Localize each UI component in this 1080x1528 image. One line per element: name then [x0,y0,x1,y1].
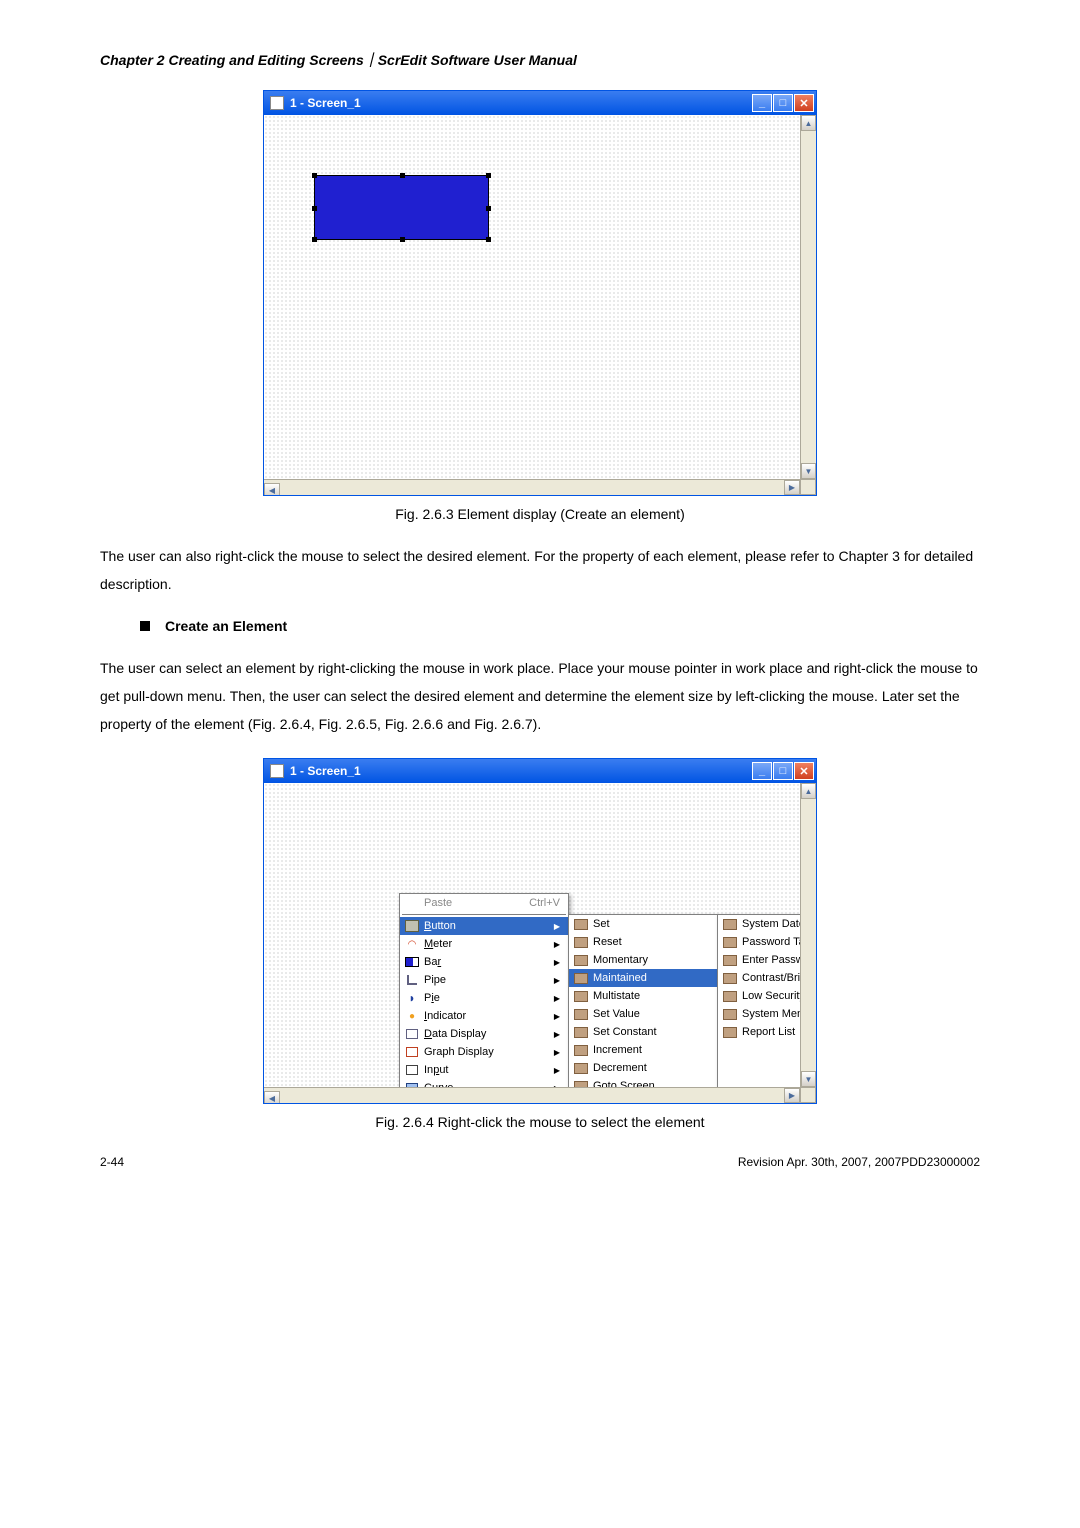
arrow-up-icon[interactable]: ▲ [801,115,816,131]
set-menu-item[interactable]: Set [569,915,717,933]
chevron-right-icon: ▶ [554,958,560,967]
button-icon [722,935,738,949]
button-icon [573,989,589,1003]
button-icon [404,919,420,933]
context-menu: Paste Ctrl+V Button ▶ ◠ Meter ▶ Bar [399,893,816,1103]
arrow-down-icon[interactable]: ▼ [801,463,816,479]
section-bullet-icon [140,621,150,631]
chevron-right-icon: ▶ [554,976,560,985]
paragraph-1: The user can also right-click the mouse … [100,542,980,598]
pie-icon: ◗ [404,991,420,1005]
button-icon [722,1007,738,1021]
paste-menu-item: Paste Ctrl+V [400,894,568,912]
design-canvas-1[interactable]: ▲ ▼ ◀ ▶ [264,115,816,495]
chevron-right-icon: ▶ [554,1066,560,1075]
button-icon [573,1043,589,1057]
scroll-corner [800,479,816,495]
button-icon [722,917,738,931]
window-title-2: 1 - Screen_1 [290,764,752,778]
window-icon [270,764,284,778]
data-display-menu-item[interactable]: Data Display ▶ [400,1025,568,1043]
menu-separator [402,914,566,915]
revision-text: Revision Apr. 30th, 2007, 2007PDD2300000… [738,1155,980,1169]
button-icon [573,917,589,931]
arrow-up-icon[interactable]: ▲ [801,783,816,799]
scrollbar-vertical[interactable]: ▲ ▼ [800,115,816,479]
set-constant-menu-item[interactable]: Set Constant [569,1023,717,1041]
arrow-left-icon[interactable]: ◀ [264,483,280,495]
scrollbar-horizontal[interactable]: ◀ ▶ [264,479,800,495]
button-icon [722,971,738,985]
pipe-icon [404,973,420,987]
arrow-down-icon[interactable]: ▼ [801,1071,816,1087]
button-icon [722,1025,738,1039]
section-title: Create an Element [165,618,287,634]
menu-column-1: Paste Ctrl+V Button ▶ ◠ Meter ▶ Bar [399,893,569,1103]
minimize-button[interactable]: _ [752,94,772,112]
button-menu-item[interactable]: Button ▶ [400,917,568,935]
graph-display-menu-item[interactable]: Graph Display ▶ [400,1043,568,1061]
reset-menu-item[interactable]: Reset [569,933,717,951]
paragraph-2: The user can select an element by right-… [100,654,980,738]
button-icon [573,1007,589,1021]
graph-display-icon [404,1045,420,1059]
chevron-right-icon: ▶ [554,940,560,949]
chevron-right-icon: ▶ [554,994,560,1003]
momentary-menu-item[interactable]: Momentary [569,951,717,969]
close-button[interactable]: ✕ [794,94,814,112]
menu-column-2: Set Reset Momentary Maintained Multistat… [568,914,718,1103]
button-icon [573,953,589,967]
maximize-button[interactable]: □ [773,94,793,112]
page-number: 2-44 [100,1155,124,1169]
scroll-corner [800,1087,816,1103]
pipe-menu-item[interactable]: Pipe ▶ [400,971,568,989]
button-icon [573,1025,589,1039]
scrollbar-horizontal[interactable]: ◀ ▶ [264,1087,800,1103]
decrement-menu-item[interactable]: Decrement [569,1059,717,1077]
bar-menu-item[interactable]: Bar ▶ [400,953,568,971]
design-canvas-2[interactable]: Paste Ctrl+V Button ▶ ◠ Meter ▶ Bar [264,783,816,1103]
input-icon [404,1063,420,1077]
scrollbar-vertical[interactable]: ▲ ▼ [800,783,816,1087]
multistate-menu-item[interactable]: Multistate [569,987,717,1005]
paste-icon [404,896,420,910]
button-icon [722,989,738,1003]
chevron-right-icon: ▶ [554,1030,560,1039]
window-icon [270,96,284,110]
pie-menu-item[interactable]: ◗ Pie ▶ [400,989,568,1007]
set-value-menu-item[interactable]: Set Value [569,1005,717,1023]
close-button[interactable]: ✕ [794,762,814,780]
titlebar-1: 1 - Screen_1 _ □ ✕ [264,91,816,115]
chevron-right-icon: ▶ [554,922,560,931]
selected-element[interactable] [314,175,489,240]
figure-caption-1: Fig. 2.6.3 Element display (Create an el… [100,506,980,522]
input-menu-item[interactable]: Input ▶ [400,1061,568,1079]
bar-icon [404,955,420,969]
editor-window-1: 1 - Screen_1 _ □ ✕ ▲ ▼ ◀ ▶ [263,90,817,496]
increment-menu-item[interactable]: Increment [569,1041,717,1059]
maintained-menu-item[interactable]: Maintained [569,969,717,987]
minimize-button[interactable]: _ [752,762,772,780]
maximize-button[interactable]: □ [773,762,793,780]
meter-menu-item[interactable]: ◠ Meter ▶ [400,935,568,953]
chevron-right-icon: ▶ [554,1012,560,1021]
button-icon [573,971,589,985]
figure-caption-2: Fig. 2.6.4 Right-click the mouse to sele… [100,1114,980,1130]
indicator-menu-item[interactable]: ● Indicator ▶ [400,1007,568,1025]
arrow-right-icon[interactable]: ▶ [784,480,800,495]
indicator-icon: ● [404,1009,420,1023]
window-title-1: 1 - Screen_1 [290,96,752,110]
button-icon [722,953,738,967]
data-display-icon [404,1027,420,1041]
arrow-right-icon[interactable]: ▶ [784,1088,800,1103]
meter-icon: ◠ [404,937,420,951]
button-icon [573,935,589,949]
chevron-right-icon: ▶ [554,1048,560,1057]
arrow-left-icon[interactable]: ◀ [264,1091,280,1103]
editor-window-2: 1 - Screen_1 _ □ ✕ Paste Ctrl+V Button ▶ [263,758,817,1104]
titlebar-2: 1 - Screen_1 _ □ ✕ [264,759,816,783]
chapter-header: Chapter 2 Creating and Editing Screens｜S… [100,50,980,70]
button-icon [573,1061,589,1075]
